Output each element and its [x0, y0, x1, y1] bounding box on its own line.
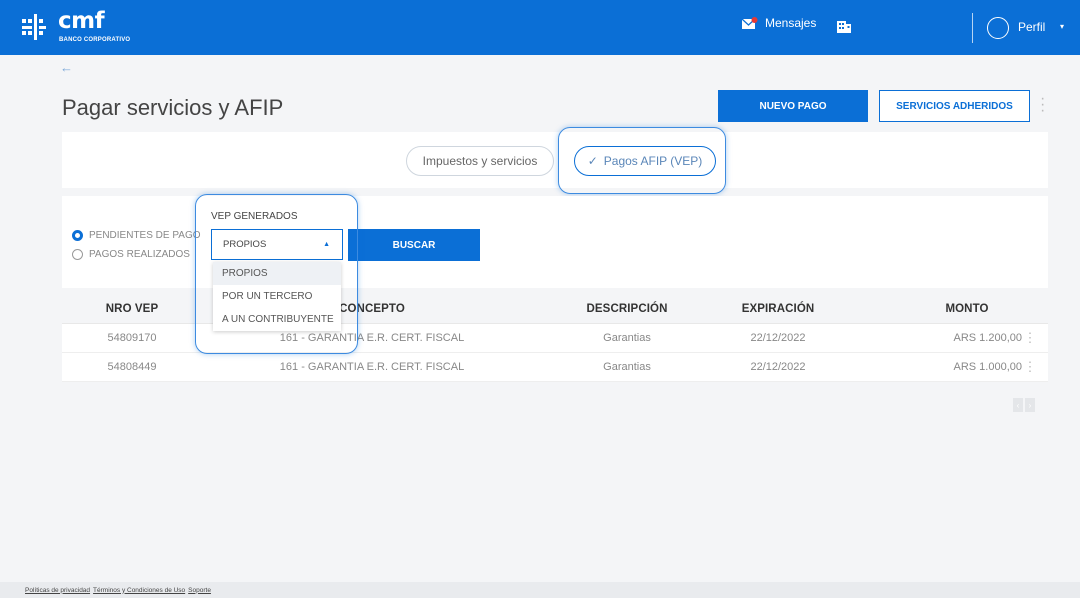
radio-pending-payment[interactable]: PENDIENTES DE PAGO — [72, 230, 201, 241]
next-page-icon[interactable]: › — [1025, 398, 1035, 412]
vep-select-value: PROPIOS — [223, 239, 267, 250]
building-icon[interactable] — [836, 18, 852, 34]
filter-card — [62, 196, 1048, 288]
radio-done-label: PAGOS REALIZADOS — [89, 249, 190, 260]
cell-nro-vep: 54809170 — [107, 332, 157, 344]
table-header: NRO VEP CONCEPTO DESCRIPCIÓN EXPIRACIÓN … — [62, 294, 1048, 324]
col-descripcion[interactable]: DESCRIPCIÓN — [562, 294, 692, 323]
prev-page-icon[interactable]: ‹ — [1013, 398, 1023, 412]
pagination: ‹ › — [1013, 398, 1035, 412]
footer: Políticas de privacidad Términos y Condi… — [0, 582, 1080, 598]
page-title: Pagar servicios y AFIP — [62, 95, 284, 120]
subscribed-services-button[interactable]: SERVICIOS ADHERIDOS — [879, 90, 1030, 122]
radio-pending-label: PENDIENTES DE PAGO — [89, 230, 201, 241]
option-por-un-tercero[interactable]: POR UN TERCERO — [213, 285, 341, 308]
profile-button[interactable]: Perfil — [1018, 20, 1045, 34]
terms-link[interactable]: Términos y Condiciones de Uso — [93, 587, 185, 594]
search-button[interactable]: BUSCAR — [348, 229, 480, 261]
vep-select[interactable]: PROPIOS ▲ — [211, 229, 343, 260]
cell-concepto: 161 - GARANTIA E.R. CERT. FISCAL — [279, 361, 465, 373]
vep-select-menu: PROPIOS POR UN TERCERO A UN CONTRIBUYENT… — [213, 262, 341, 331]
kebab-icon[interactable]: ⋮ — [1020, 324, 1040, 352]
kebab-icon[interactable]: · · · — [1040, 91, 1045, 119]
support-link[interactable]: Soporte — [188, 587, 211, 594]
radio-unchecked-icon — [72, 249, 83, 260]
check-icon: ✓ — [587, 154, 598, 168]
cell-monto: ARS 1.200,00 — [953, 332, 1023, 344]
top-bar: cmf BANCO CORPORATIVO Mensajes Perfil ▾ — [0, 0, 1080, 55]
tab-afip-vep-label: Pagos AFIP (VEP) — [603, 154, 703, 168]
logo-icon — [22, 14, 46, 40]
vep-table: NRO VEP CONCEPTO DESCRIPCIÓN EXPIRACIÓN … — [62, 294, 1048, 382]
radio-payments-made[interactable]: PAGOS REALIZADOS — [72, 249, 190, 260]
option-a-un-contribuyente[interactable]: A UN CONTRIBUYENTE — [213, 308, 341, 331]
kebab-icon[interactable]: ⋮ — [1020, 353, 1040, 381]
option-propios[interactable]: PROPIOS — [213, 262, 341, 285]
col-monto[interactable]: MONTO — [912, 294, 1022, 323]
header-divider — [972, 13, 973, 43]
tab-taxes-services[interactable]: Impuestos y servicios — [406, 146, 554, 176]
back-arrow-icon[interactable]: ← — [60, 60, 73, 75]
new-payment-button[interactable]: NUEVO PAGO — [718, 90, 868, 122]
envelope-icon — [742, 16, 758, 29]
privacy-link[interactable]: Políticas de privacidad — [25, 587, 90, 594]
messages-label: Mensajes — [765, 16, 817, 30]
avatar-icon[interactable] — [987, 17, 1009, 39]
messages-button[interactable]: Mensajes — [742, 16, 816, 30]
cell-nro-vep: 54808449 — [107, 361, 157, 373]
brand-name: cmf — [58, 8, 105, 34]
chevron-up-icon: ▲ — [323, 241, 330, 248]
radio-checked-icon — [72, 230, 83, 241]
table-row[interactable]: 54808449 161 - GARANTIA E.R. CERT. FISCA… — [62, 353, 1048, 382]
cell-expiracion: 22/12/2022 — [750, 361, 806, 373]
col-nro-vep[interactable]: NRO VEP — [62, 294, 202, 323]
cell-monto: ARS 1.000,00 — [953, 361, 1023, 373]
vep-select-label: VEP GENERADOS — [211, 211, 298, 222]
cell-descripcion: Garantias — [603, 361, 651, 373]
table-row[interactable]: 54809170 161 - GARANTIA E.R. CERT. FISCA… — [62, 324, 1048, 353]
col-expiracion[interactable]: EXPIRACIÓN — [712, 294, 844, 323]
cell-expiracion: 22/12/2022 — [750, 332, 806, 344]
tab-afip-vep[interactable]: ✓ Pagos AFIP (VEP) — [574, 146, 716, 176]
chevron-down-icon[interactable]: ▾ — [1060, 22, 1064, 31]
tabs-card: Impuestos y servicios ✓ Pagos AFIP (VEP) — [62, 132, 1048, 188]
cell-descripcion: Garantias — [603, 332, 651, 344]
brand-subtitle: BANCO CORPORATIVO — [59, 37, 131, 43]
